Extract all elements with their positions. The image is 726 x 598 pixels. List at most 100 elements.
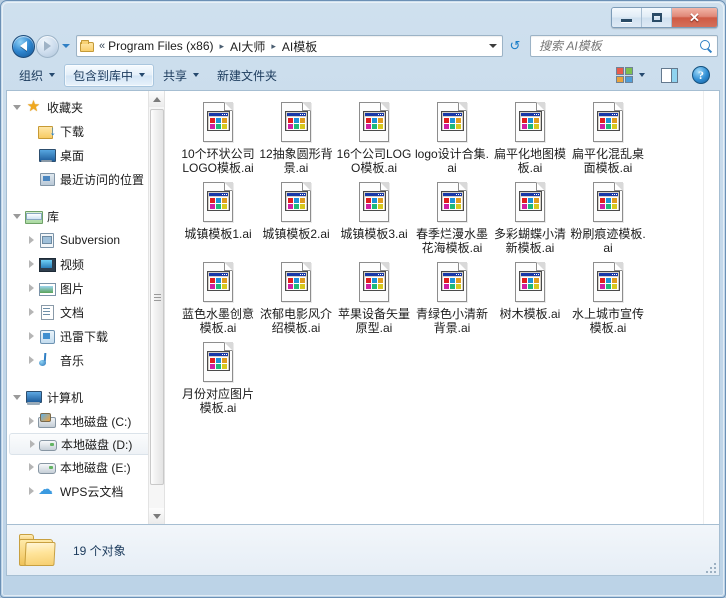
scroll-down-button[interactable] [149,508,164,524]
file-item[interactable]: 苹果设备矢量原型.ai [335,259,413,337]
file-item[interactable]: 城镇模板3.ai [335,179,413,257]
organize-button[interactable]: 组织 [10,64,64,87]
sidebar-item-recent-places[interactable]: 最近访问的位置 [7,167,164,191]
item-count-label: 19 个对象 [73,543,126,558]
file-item[interactable]: 扁平化地图模板.ai [491,99,569,177]
sidebar-item-favorites[interactable]: ★ 收藏夹 [7,95,164,119]
expand-triangle-icon[interactable] [13,213,21,219]
file-item[interactable]: 城镇模板2.ai [257,179,335,257]
file-item[interactable]: 16个公司LOGO模板.ai [335,99,413,177]
maximize-button[interactable] [642,8,672,27]
sidebar-item-subversion[interactable]: Subversion [7,228,164,252]
share-button[interactable]: 共享 [154,64,208,87]
breadcrumb-separator-icon[interactable]: ▸ [267,41,280,52]
sidebar-item-local-disk-c[interactable]: 本地磁盘 (C:) [7,409,164,433]
help-icon[interactable]: ? [692,66,710,84]
close-button[interactable]: ✕ [672,8,717,27]
search-box[interactable] [530,35,718,57]
preview-pane-button[interactable] [661,67,678,83]
refresh-button[interactable]: ↺ [504,35,526,57]
sidebar-item-computer[interactable]: 计算机 [7,385,164,409]
file-name-label: 城镇模板1.ai [184,227,252,241]
sidebar-item-documents[interactable]: 文档 [7,300,164,324]
expand-triangle-icon[interactable] [29,356,34,364]
minimize-button[interactable] [612,8,642,27]
file-item[interactable]: 春季烂漫水墨花海模板.ai [413,179,491,257]
sidebar-item-xunlei-download[interactable]: 迅雷下载 [7,324,164,348]
change-view-icon[interactable] [616,67,633,83]
sidebar-item-label: 最近访问的位置 [60,172,145,187]
expand-triangle-icon[interactable] [30,440,35,448]
file-item[interactable]: 浓郁电影风介绍模板.ai [257,259,335,337]
sidebar-item-label: 音乐 [60,353,85,368]
file-item[interactable]: 青绿色小清新背景.ai [413,259,491,337]
file-item[interactable]: 10个环状公司LOGO模板.ai [179,99,257,177]
breadcrumb-item-ai-template[interactable]: AI模板 [280,38,319,55]
file-item[interactable]: 12抽象圆形背景.ai [257,99,335,177]
sidebar-item-libraries[interactable]: 库 [7,204,164,228]
file-name-label: 扁平化地图模板.ai [493,147,566,175]
expand-triangle-icon[interactable] [29,308,34,316]
organize-label: 组织 [19,68,44,83]
ai-file-icon [513,182,547,224]
search-icon [699,39,713,53]
change-view-dropdown-button[interactable] [635,65,649,85]
file-item[interactable]: 水上城市宣传模板.ai [569,259,647,337]
sidebar-item-desktop[interactable]: 桌面 [7,143,164,167]
recent-pages-button[interactable] [59,36,73,56]
file-item[interactable]: 蓝色水墨创意模板.ai [179,259,257,337]
expand-triangle-icon[interactable] [29,417,34,425]
back-button[interactable] [12,34,35,58]
file-item[interactable]: 扁平化混乱桌面模板.ai [569,99,647,177]
file-name-label: 10个环状公司LOGO模板.ai [181,147,255,175]
explorer-window: ✕ « Program Files (x86) ▸ AI大师 ▸ AI模板 ↺ … [0,0,726,598]
subversion-icon [38,232,55,248]
expand-triangle-icon[interactable] [29,332,34,340]
hard-disk-icon [38,459,56,475]
nav-group-favorites: ★ 收藏夹 下载 桌面 [7,95,164,191]
file-item[interactable]: logo设计合集.ai [413,99,491,177]
sidebar-item-label: 本地磁盘 (D:) [61,437,133,452]
sidebar-item-music[interactable]: 音乐 [7,348,164,372]
navigation-pane-scrollbar[interactable] [148,91,164,524]
breadcrumb-overflow-icon[interactable]: « [97,40,106,52]
file-item[interactable]: 月份对应图片模板.ai [179,339,257,417]
file-item[interactable]: 粉刷痕迹模板.ai [569,179,647,257]
include-in-library-button[interactable]: 包含到库中 [64,63,155,87]
file-list-scrollbar-track[interactable] [703,91,719,524]
chevron-down-icon [639,73,645,77]
sidebar-item-local-disk-d[interactable]: 本地磁盘 (D:) [9,433,160,455]
sidebar-item-wps-cloud[interactable]: WPS云文档 [7,479,164,503]
file-item[interactable]: 城镇模板1.ai [179,179,257,257]
expand-triangle-icon[interactable] [13,104,21,110]
forward-button[interactable] [36,34,59,58]
expand-triangle-icon[interactable] [13,394,21,400]
address-bar[interactable]: « Program Files (x86) ▸ AI大师 ▸ AI模板 [76,35,503,57]
breadcrumb-item-program-files[interactable]: Program Files (x86) [106,39,215,53]
sidebar-item-downloads[interactable]: 下载 [7,119,164,143]
maximize-icon [651,13,662,22]
videos-icon [38,256,56,272]
search-input[interactable] [537,38,699,54]
sidebar-item-videos[interactable]: 视频 [7,252,164,276]
explorer-body: ★ 收藏夹 下载 桌面 [6,90,720,524]
expand-triangle-icon[interactable] [29,463,34,471]
nav-group-computer: 计算机 本地磁盘 (C:) 本地磁盘 (D:) 本地磁盘 (E:) ☁ WPS云… [7,385,164,503]
sidebar-item-local-disk-e[interactable]: 本地磁盘 (E:) [7,455,164,479]
breadcrumb-item-ai-master[interactable]: AI大师 [228,38,267,55]
sidebar-item-pictures[interactable]: 图片 [7,276,164,300]
file-item[interactable]: 多彩蝴蝶小清新模板.ai [491,179,569,257]
expand-triangle-icon[interactable] [29,487,34,495]
scroll-up-button[interactable] [149,91,164,107]
scrollbar-thumb[interactable] [150,109,164,485]
file-list-pane[interactable]: 10个环状公司LOGO模板.ai 12抽象圆形背景.ai 16个公司LOGO模板.a… [165,91,719,524]
expand-triangle-icon[interactable] [29,236,34,244]
expand-triangle-icon[interactable] [29,284,34,292]
resize-grip[interactable] [704,561,716,573]
file-item[interactable]: 树木模板.ai [491,259,569,337]
breadcrumb-separator-icon[interactable]: ▸ [215,41,228,52]
file-name-label: 蓝色水墨创意模板.ai [181,307,254,335]
expand-triangle-icon[interactable] [29,260,34,268]
new-folder-button[interactable]: 新建文件夹 [208,64,286,87]
address-dropdown-button[interactable] [484,36,502,56]
